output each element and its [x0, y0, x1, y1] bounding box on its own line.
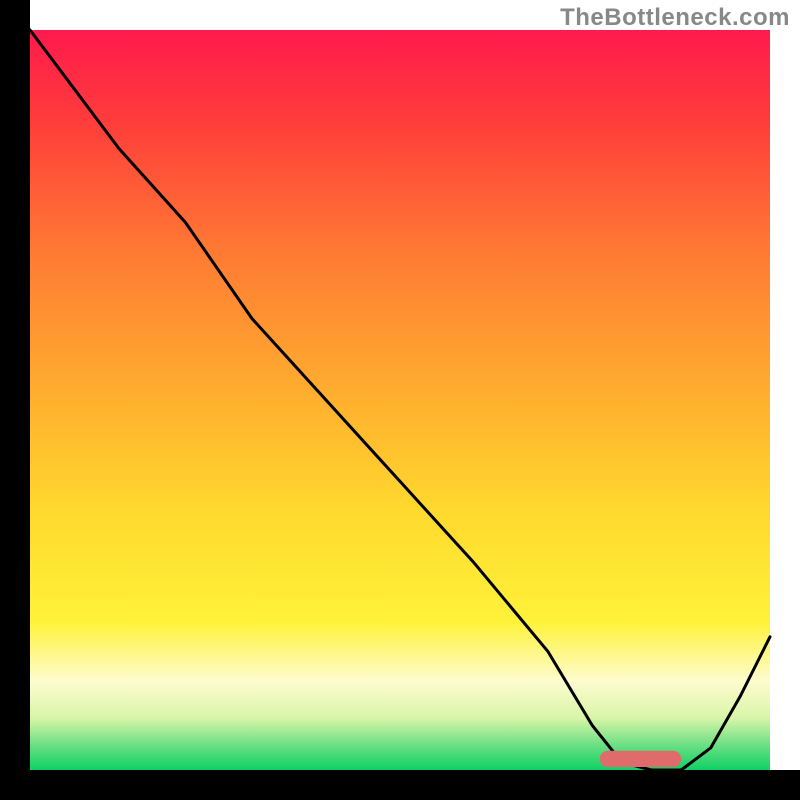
- bottleneck-chart: [0, 0, 800, 800]
- y-axis: [0, 0, 30, 800]
- x-axis: [0, 770, 800, 800]
- optimal-zone-marker: [600, 751, 681, 767]
- watermark-text: TheBottleneck.com: [560, 4, 790, 32]
- plot-background: [30, 30, 770, 770]
